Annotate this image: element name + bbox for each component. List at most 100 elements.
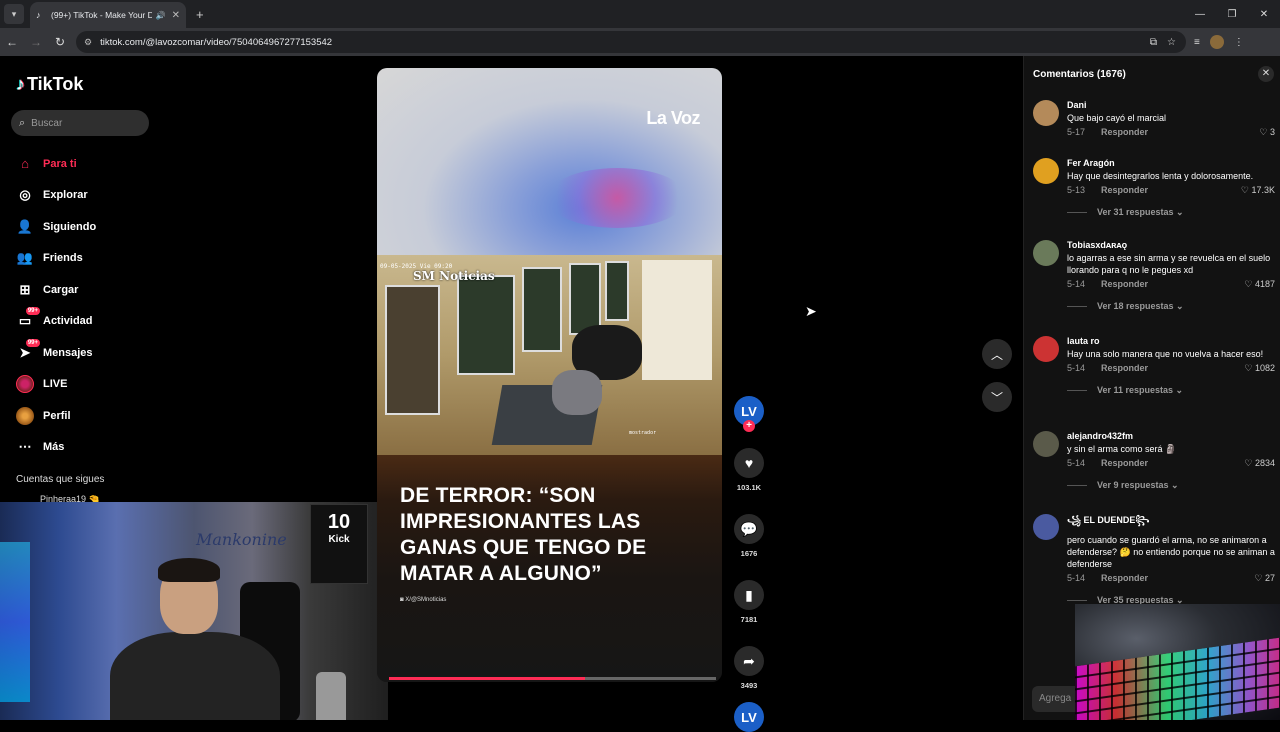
comment-username[interactable]: Dani [1067, 100, 1277, 110]
save-count: 7181 [740, 615, 758, 624]
url-text[interactable]: tiktok.com/@lavozcomar/video/75040649672… [100, 37, 1150, 48]
tab-close-icon[interactable]: ✕ [172, 10, 180, 21]
compass-icon: ◎ [19, 187, 31, 203]
reply-button[interactable]: Responder [1101, 185, 1148, 195]
share-button[interactable]: ➦ [734, 646, 764, 676]
heart-icon: ♥ [744, 455, 754, 471]
menu-kebab-icon[interactable]: ⋮ [1234, 37, 1244, 48]
commenter-avatar[interactable] [1033, 336, 1059, 362]
sidebar-item-label: Siguiendo [43, 220, 97, 233]
window-close-icon[interactable]: ✕ [1248, 0, 1280, 28]
restore-icon[interactable]: ❐ [1216, 0, 1248, 28]
comment-like-button[interactable]: ♡ 2834 [1244, 458, 1275, 469]
sidebar-item-label: Explorar [43, 189, 88, 202]
video-player[interactable]: La Voz 09-05-2025 Vie 09:20 SM Noticias … [377, 68, 722, 682]
sidebar-item-para-ti[interactable]: ⌂ Para ti [16, 148, 166, 180]
comment-username[interactable]: Fer Aragón [1067, 158, 1277, 168]
sidebar-item-mensajes[interactable]: ➤ 99+ Mensajes [16, 337, 166, 369]
like-count: 103.1K [736, 483, 762, 492]
commenter-avatar[interactable] [1033, 100, 1059, 126]
comment-username[interactable]: alejandro432fm [1067, 431, 1277, 441]
omnibox[interactable]: ⚙ tiktok.com/@lavozcomar/video/750406496… [76, 31, 1186, 53]
commenter-avatar[interactable] [1033, 240, 1059, 266]
tiktok-favicon-icon: ♪ [36, 10, 41, 20]
pc-led-light [0, 542, 30, 702]
view-replies-button[interactable]: Ver 31 respuestas ⌄ [1067, 207, 1277, 218]
previous-video-button[interactable]: ︿ [982, 339, 1012, 369]
profile-avatar[interactable] [1209, 35, 1224, 49]
comment-username[interactable]: Tobiasxdᴀʀᴀǫ [1067, 240, 1277, 250]
comment-button[interactable]: 💬 [734, 514, 764, 544]
next-video-button[interactable]: ﹀ [982, 382, 1012, 412]
commenter-avatar[interactable] [1033, 514, 1059, 540]
view-replies-button[interactable]: Ver 18 respuestas ⌄ [1067, 301, 1277, 312]
commenter-avatar[interactable] [1033, 431, 1059, 457]
sidebar-item-actividad[interactable]: ▭ 99+ Actividad [16, 306, 166, 338]
music-avatar[interactable]: LV [734, 702, 764, 732]
comment-date: 5-14 [1067, 279, 1086, 289]
comment-meta: 5-17 Responder ♡ 3 [1067, 127, 1277, 137]
sidebar-item-siguiendo[interactable]: 👤 Siguiendo [16, 211, 166, 243]
creator-avatar[interactable]: LV + [734, 396, 764, 432]
commenter-avatar[interactable] [1033, 158, 1059, 184]
comment-text: y sin el arma como será 🗿 [1067, 444, 1177, 454]
audio-playing-icon[interactable]: 🔊 [156, 11, 166, 20]
close-comments-icon[interactable]: ✕ [1258, 66, 1274, 82]
sidebar-item-label: Cargar [43, 283, 79, 296]
new-tab-button[interactable]: + [196, 7, 204, 22]
poster-word: Kick [328, 534, 350, 545]
reply-button[interactable]: Responder [1101, 279, 1148, 289]
comment-like-button[interactable]: ♡ 3 [1259, 127, 1275, 138]
sidebar-item-perfil[interactable]: Perfil [16, 400, 166, 432]
minimize-icon[interactable]: — [1184, 0, 1216, 28]
reply-button[interactable]: Responder [1101, 127, 1148, 137]
like-button[interactable]: ♥ [734, 448, 764, 478]
search-box[interactable]: ⌕ [11, 110, 149, 136]
sidebar-item-cargar[interactable]: ⊞ Cargar [16, 274, 166, 306]
save-button[interactable]: ▮ [734, 580, 764, 610]
forward-icon[interactable]: → [24, 35, 48, 49]
site-info-icon[interactable]: ⚙ [84, 37, 92, 48]
follow-plus-icon[interactable]: + [743, 420, 755, 432]
browser-tab[interactable]: ♪ (99+) TikTok - Make Your Day 🔊 ✕ [30, 2, 186, 28]
wall-poster-5 [605, 261, 629, 321]
tab-list-button[interactable]: ▾ [4, 4, 24, 24]
view-replies-button[interactable]: Ver 9 respuestas ⌄ [1067, 480, 1277, 491]
blur-blob [547, 168, 687, 228]
activity-icon: ▭ 99+ [18, 307, 40, 329]
sidebar-item-friends[interactable]: 👥 Friends [16, 243, 166, 275]
comment-like-button[interactable]: ♡ 1082 [1244, 363, 1275, 374]
comment-body: Tobiasxdᴀʀᴀǫ lo agarras a ese sin arma y … [1067, 240, 1277, 312]
sidebar-item-mas[interactable]: ⋯ Más [16, 432, 166, 464]
install-app-icon[interactable]: ⧉ [1150, 37, 1157, 48]
comment-like-button[interactable]: ♡ 27 [1254, 573, 1275, 584]
tab-title: (99+) TikTok - Make Your Day [51, 10, 152, 20]
sidebar-item-live[interactable]: LIVE [16, 369, 166, 401]
comment-body: lauta ro Hay una solo manera que no vuelv… [1067, 336, 1277, 396]
cctv-footage: 09-05-2025 Vie 09:20 SM Noticias mostrad… [377, 255, 722, 455]
sidebar-item-explorar[interactable]: ◎ Explorar [16, 180, 166, 212]
comment-like-button[interactable]: ♡ 17.3K [1241, 185, 1275, 196]
reply-button[interactable]: Responder [1101, 573, 1148, 583]
reload-icon[interactable]: ↻ [48, 35, 72, 49]
streamer [110, 558, 290, 720]
comment-username[interactable]: lauta ro [1067, 336, 1277, 346]
video-credit: ◙ X/@SMnoticias [400, 597, 447, 603]
comment-meta: 5-14 Responder ♡ 27 [1067, 573, 1277, 583]
reply-button[interactable]: Responder [1101, 363, 1148, 373]
view-replies-button[interactable]: Ver 11 respuestas ⌄ [1067, 385, 1277, 396]
search-input[interactable] [31, 117, 132, 129]
comment-date: 5-17 [1067, 127, 1086, 137]
video-progress-bar[interactable] [389, 677, 716, 680]
bookmark-star-icon[interactable]: ☆ [1167, 37, 1176, 48]
more-icon: ⋯ [18, 439, 32, 455]
reply-button[interactable]: Responder [1101, 458, 1148, 468]
comment-username[interactable]: ꧁ EL DUENDE꧂ [1067, 514, 1277, 532]
sidebar-item-label: Friends [43, 252, 83, 265]
media-control-icon[interactable]: ≡ [1194, 37, 1200, 48]
comment-like-button[interactable]: ♡ 4187 [1244, 279, 1275, 290]
tiktok-logo[interactable]: ♪ TikTok [16, 74, 83, 95]
sidebar-item-label: LIVE [43, 378, 68, 391]
back-icon[interactable]: ← [0, 35, 24, 49]
chevron-up-icon: ︿ [990, 347, 1003, 362]
